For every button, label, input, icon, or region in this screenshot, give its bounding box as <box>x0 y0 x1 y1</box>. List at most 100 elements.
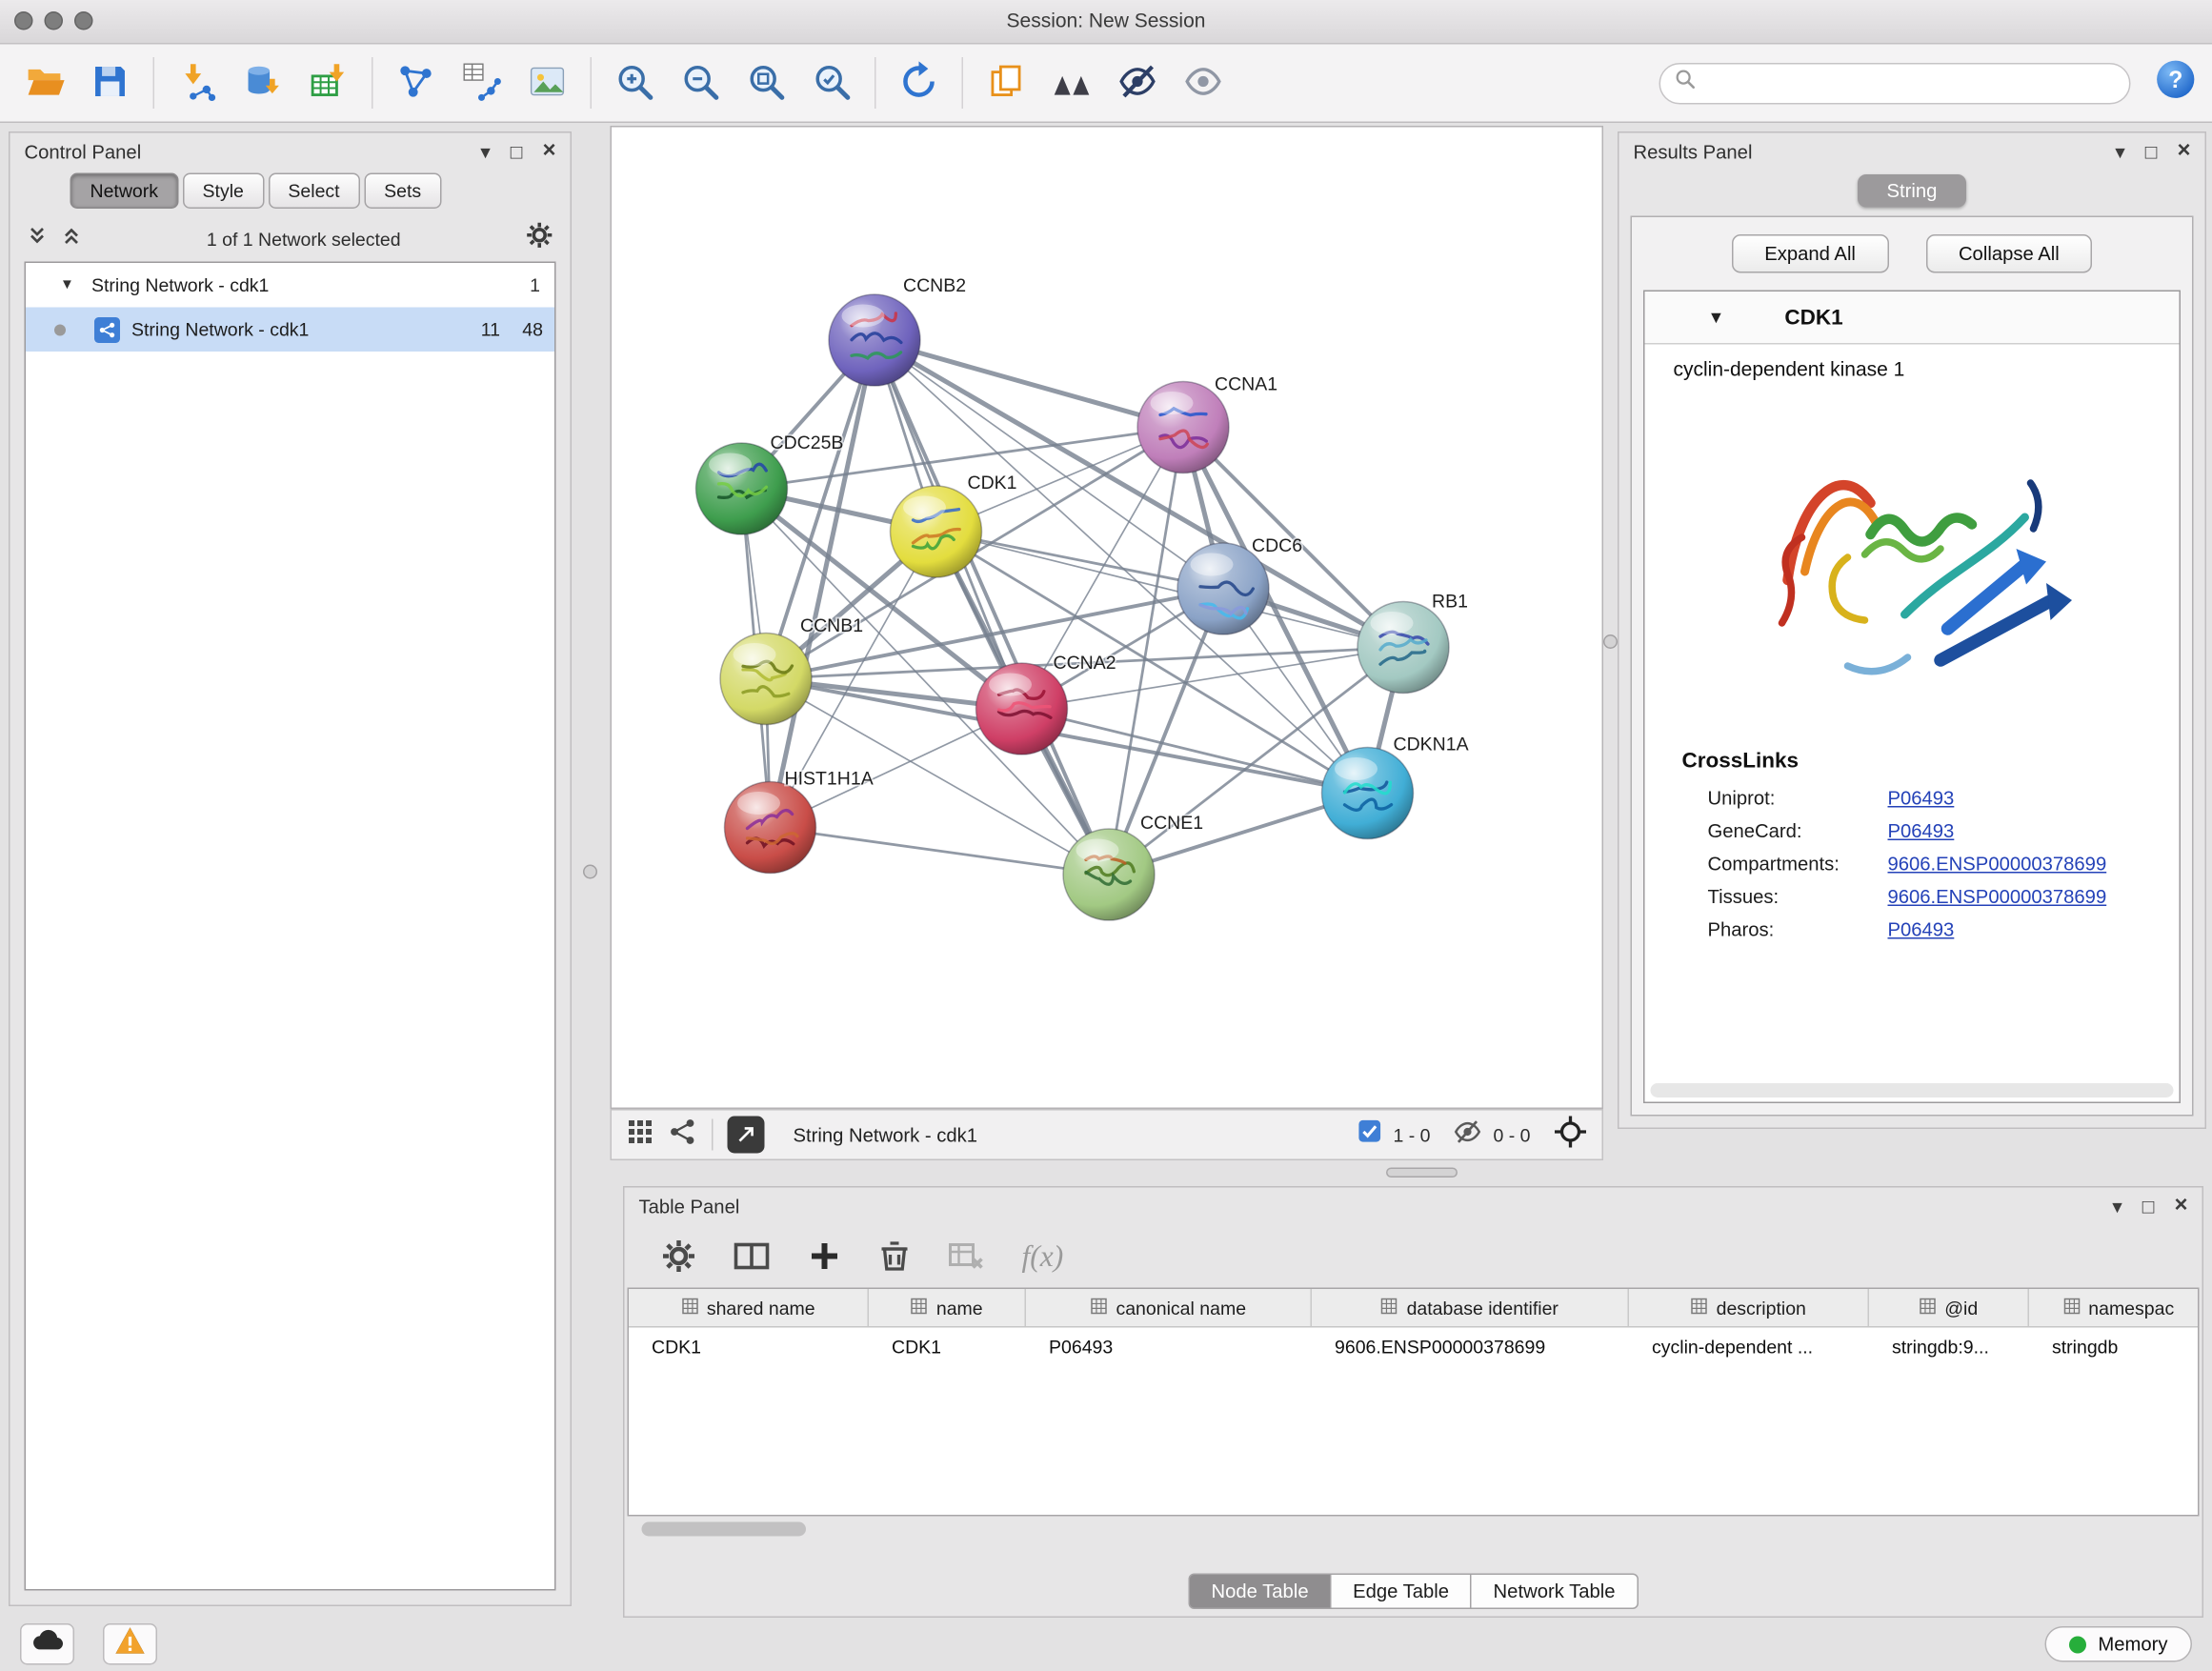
panel-close-icon[interactable]: × <box>2174 1195 2187 1218</box>
node-table: shared namenamecanonical namedatabase id… <box>628 1288 2200 1517</box>
hidden-eye-icon[interactable] <box>1453 1117 1481 1153</box>
table-cell[interactable]: 9606.ENSP00000378699 <box>1312 1337 1629 1359</box>
tab-edge-table[interactable]: Edge Table <box>1330 1574 1472 1610</box>
fit-selected-crosshair-icon[interactable] <box>1554 1114 1588 1156</box>
hide-graphics-button[interactable] <box>1105 50 1171 116</box>
hscroll-thumb[interactable] <box>642 1522 807 1537</box>
network-node-CDK1[interactable]: CDK1 <box>891 473 1017 577</box>
network-node-RB1[interactable]: RB1 <box>1357 592 1468 694</box>
zoom-in-button[interactable] <box>602 50 668 116</box>
panel-menu-icon[interactable]: ▾ <box>480 142 491 162</box>
network-from-table-button[interactable] <box>449 50 514 116</box>
tab-string[interactable]: String <box>1859 174 1966 208</box>
table-row[interactable]: CDK1CDK1P064939606.ENSP00000378699cyclin… <box>629 1328 2198 1367</box>
right-splitter-handle[interactable] <box>1603 634 1618 649</box>
column-header-canonical-name[interactable]: canonical name <box>1026 1289 1312 1326</box>
show-columns-button[interactable] <box>734 1239 771 1274</box>
add-column-button[interactable] <box>808 1239 842 1274</box>
tab-select[interactable]: Select <box>268 173 359 210</box>
selected-checkbox-icon[interactable] <box>1357 1119 1382 1151</box>
panel-menu-icon[interactable]: ▾ <box>2115 142 2125 162</box>
results-scrollbar[interactable] <box>1651 1083 2174 1097</box>
expander-icon[interactable]: ▼ <box>60 277 80 293</box>
expand-all-button[interactable]: Expand All <box>1732 234 1889 273</box>
column-header-description[interactable]: description <box>1629 1289 1869 1326</box>
table-panel-title: Table Panel <box>639 1196 2113 1218</box>
table-cell[interactable]: CDK1 <box>869 1337 1026 1359</box>
delete-column-button[interactable] <box>879 1239 911 1274</box>
network-node-HIST1H1A[interactable]: HIST1H1A <box>725 769 874 874</box>
panel-float-icon[interactable]: □ <box>2142 1197 2155 1217</box>
tab-network[interactable]: Network <box>70 173 179 210</box>
birdseye-grid-icon[interactable] <box>626 1117 654 1153</box>
gear-icon[interactable] <box>526 222 553 256</box>
expand-all-icon[interactable] <box>62 225 82 252</box>
table-cell[interactable]: CDK1 <box>629 1337 869 1359</box>
panel-close-icon[interactable]: × <box>542 140 555 163</box>
collapse-all-button[interactable]: Collapse All <box>1925 234 2092 273</box>
export-image-button[interactable] <box>514 50 580 116</box>
column-header-namespac[interactable]: namespac <box>2029 1289 2200 1326</box>
memory-label: Memory <box>2098 1634 2167 1656</box>
warnings-button[interactable] <box>103 1623 157 1665</box>
table-cell[interactable]: stringdb:9... <box>1869 1337 2029 1359</box>
column-header-shared-name[interactable]: shared name <box>629 1289 869 1326</box>
crosslink-link[interactable]: P06493 <box>1888 820 1955 842</box>
tab-network-table[interactable]: Network Table <box>1471 1574 1639 1610</box>
save-session-button[interactable] <box>77 50 143 116</box>
table-settings-button[interactable] <box>662 1239 696 1274</box>
network-share-icon[interactable] <box>669 1117 697 1153</box>
duplicate-network-button[interactable] <box>974 50 1039 116</box>
network-node-CCNB2[interactable]: CCNB2 <box>829 275 966 386</box>
cdk1-accordion: ▼ CDK1 cyclin-dependent kinase 1 <box>1643 291 2181 1104</box>
crosslink-link[interactable]: 9606.ENSP00000378699 <box>1888 854 2107 876</box>
table-cell[interactable]: stringdb <box>2029 1337 2200 1359</box>
show-graphics-button[interactable] <box>1171 50 1237 116</box>
function-builder-button[interactable]: f(x) <box>1022 1238 1064 1275</box>
crosslink-link[interactable]: P06493 <box>1888 919 1955 941</box>
cdk1-accordion-header[interactable]: ▼ CDK1 <box>1645 292 2180 345</box>
crosslink-link[interactable]: 9606.ENSP00000378699 <box>1888 886 2107 908</box>
column-header-database-identifier[interactable]: database identifier <box>1312 1289 1629 1326</box>
birdseye-button[interactable] <box>1039 50 1105 116</box>
memory-button[interactable]: Memory <box>2045 1626 2192 1662</box>
collapse-all-icon[interactable] <box>28 225 48 252</box>
network-merge-button[interactable] <box>383 50 449 116</box>
help-button[interactable]: ? <box>2154 57 2199 109</box>
collapse-triangle-icon[interactable]: ▼ <box>1708 308 1725 328</box>
control-panel-tabs: Network Style Select Sets <box>10 171 571 216</box>
panel-menu-icon[interactable]: ▾ <box>2112 1197 2122 1217</box>
search-input[interactable] <box>1706 70 2115 95</box>
tab-sets[interactable]: Sets <box>364 173 441 210</box>
network-node-CCNA1[interactable]: CCNA1 <box>1137 374 1277 473</box>
import-network-database-button[interactable] <box>231 50 296 116</box>
zoom-out-button[interactable] <box>668 50 734 116</box>
delete-table-button[interactable] <box>948 1239 985 1274</box>
crosslink-link[interactable]: P06493 <box>1888 788 1955 810</box>
table-cell[interactable]: P06493 <box>1026 1337 1312 1359</box>
network-node-CDC6[interactable]: CDC6 <box>1177 535 1302 634</box>
panel-float-icon[interactable]: □ <box>2145 142 2158 162</box>
apply-layout-button[interactable] <box>886 50 952 116</box>
network-node-CCNB1[interactable]: CCNB1 <box>720 615 863 725</box>
open-session-button[interactable] <box>11 50 77 116</box>
network-collection-row[interactable]: ▼ String Network - cdk1 1 <box>26 263 554 308</box>
network-node-CDC25B[interactable]: CDC25B <box>696 433 844 534</box>
zoom-fit-button[interactable] <box>734 50 799 116</box>
zoom-selected-button[interactable] <box>799 50 865 116</box>
cloud-button[interactable] <box>20 1623 74 1665</box>
network-row[interactable]: String Network - cdk1 11 48 <box>26 308 554 352</box>
panel-float-icon[interactable]: □ <box>511 142 523 162</box>
column-header-name[interactable]: name <box>869 1289 1026 1326</box>
panel-close-icon[interactable]: × <box>2177 140 2190 163</box>
tab-style[interactable]: Style <box>183 173 264 210</box>
tab-node-table[interactable]: Node Table <box>1188 1574 1331 1610</box>
import-network-file-button[interactable] <box>165 50 231 116</box>
table-cell[interactable]: cyclin-dependent ... <box>1629 1337 1869 1359</box>
horizontal-splitter-handle[interactable] <box>1386 1168 1458 1178</box>
network-view[interactable]: CCNB2CCNA1CDC25BCDK1CDC6RB1CCNB1CCNA2CDK… <box>611 126 1604 1109</box>
open-in-new-window-button[interactable] <box>728 1117 765 1154</box>
import-table-button[interactable] <box>296 50 362 116</box>
column-header--id[interactable]: @id <box>1869 1289 2029 1326</box>
left-splitter-handle[interactable] <box>583 865 597 879</box>
